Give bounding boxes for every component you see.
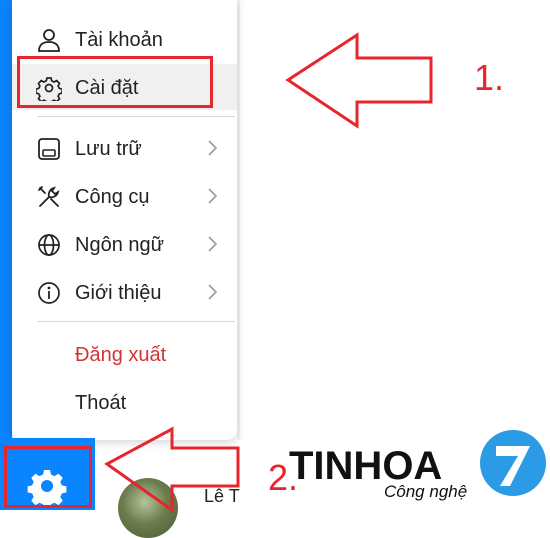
highlight-box-settings — [17, 56, 213, 108]
chevron-right-icon — [208, 188, 218, 204]
menu-item-about[interactable]: Giới thiệu — [12, 269, 237, 315]
menu-item-logout[interactable]: Đăng xuất — [12, 331, 237, 377]
menu-item-label: Thoát — [75, 392, 127, 414]
tools-icon — [38, 186, 60, 207]
annotation-step-1: 1. — [474, 57, 505, 98]
logo-text: TINHOA — [289, 444, 443, 488]
menu-divider — [37, 116, 235, 117]
logo-seven-icon — [480, 430, 546, 496]
menu-item-storage[interactable]: Lưu trữ — [12, 125, 237, 171]
sidebar-strip — [0, 0, 12, 440]
chevron-right-icon — [208, 140, 218, 156]
menu-item-label: Tài khoản — [75, 29, 163, 51]
logo-subtitle: Công nghệ — [384, 482, 468, 501]
menu-item-label: Giới thiệu — [75, 282, 162, 304]
arrow-left-icon — [285, 32, 433, 129]
menu-item-exit[interactable]: Thoát — [12, 379, 237, 425]
chevron-right-icon — [208, 284, 218, 300]
storage-icon — [38, 138, 60, 160]
menu-divider — [37, 321, 235, 322]
arrow-left-icon — [104, 426, 240, 513]
highlight-box-gear — [4, 446, 92, 508]
menu-item-language[interactable]: Ngôn ngữ — [12, 221, 237, 267]
menu-item-label: Công cụ — [75, 186, 150, 208]
menu-item-label: Lưu trữ — [75, 138, 142, 160]
background-pane — [237, 0, 240, 440]
menu-item-label: Đăng xuất — [75, 344, 167, 366]
menu-item-label: Ngôn ngữ — [75, 234, 165, 256]
globe-icon — [38, 234, 60, 256]
info-icon — [38, 282, 60, 304]
chevron-right-icon — [208, 236, 218, 252]
menu-item-tools[interactable]: Công cụ — [12, 173, 237, 219]
user-icon — [38, 29, 60, 52]
